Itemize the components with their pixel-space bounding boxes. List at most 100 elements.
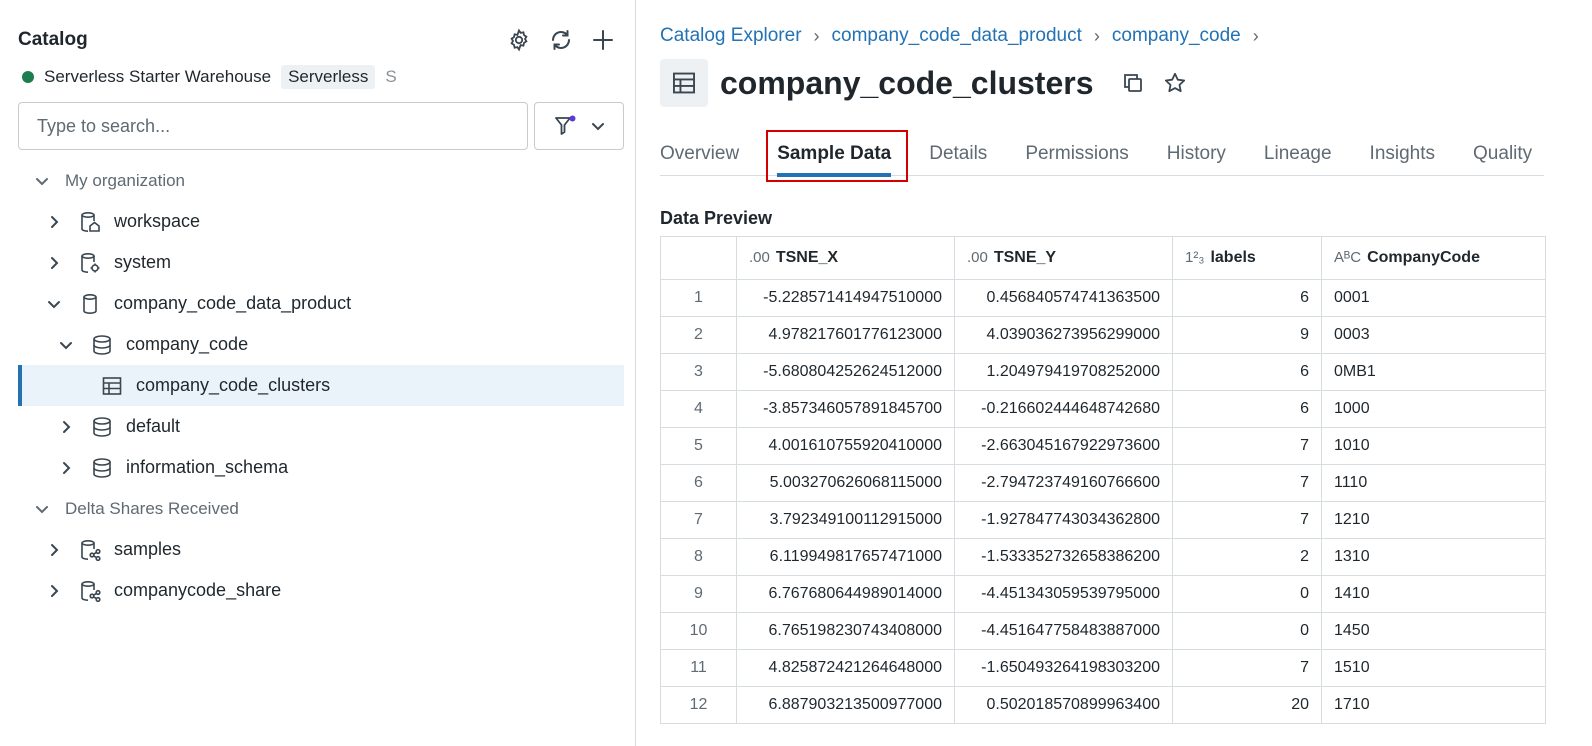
row-number: 1 — [660, 279, 737, 317]
cell-tsne-y: -2.794723749160766600 — [954, 464, 1173, 502]
catalog-home-icon — [78, 210, 102, 234]
table-row[interactable]: 6 5.003270626068115000 -2.7947237491607666… — [660, 464, 1546, 502]
cell-company-code: 1310 — [1321, 538, 1546, 576]
cell-tsne-y: -1.927847743034362800 — [954, 501, 1173, 539]
table-row[interactable]: 2 4.978217601776123000 4.03903627395629900… — [660, 316, 1546, 354]
cell-labels: 7 — [1172, 464, 1322, 502]
tree-item-company-code-data-product[interactable]: company_code_data_product — [18, 283, 624, 324]
column-header-tsne-y[interactable]: .00 TSNE_Y — [954, 236, 1173, 280]
copy-icon[interactable] — [1118, 68, 1148, 98]
tab-insights[interactable]: Insights — [1370, 134, 1435, 175]
catalog-icon — [78, 292, 102, 316]
tree-item-companycode-share[interactable]: companycode_share — [18, 570, 624, 611]
data-preview-label: Data Preview — [660, 208, 773, 228]
cell-company-code: 0001 — [1321, 279, 1546, 317]
breadcrumb-schema[interactable]: company_code — [1112, 25, 1241, 47]
column-header-labels[interactable]: 1²₃ labels — [1172, 236, 1322, 280]
cell-company-code: 1710 — [1321, 686, 1546, 724]
data-preview-table-wrap: .00 TSNE_X .00 TSNE_Y 1²₃ labels AᴮC Company… — [660, 236, 1546, 724]
cell-labels: 7 — [1172, 649, 1322, 687]
catalog-header: Catalog — [18, 26, 621, 54]
page-title: company_code_clusters — [720, 64, 1094, 101]
table-row[interactable]: 9 6.767680644989014000 -4.4513430595397950… — [660, 575, 1546, 613]
tree-item-system[interactable]: system — [18, 242, 624, 283]
cell-company-code: 1210 — [1321, 501, 1546, 539]
row-number: 4 — [660, 390, 737, 428]
cell-labels: 0 — [1172, 575, 1322, 613]
table-row[interactable]: 12 6.887903213500977000 0.5020185708999634… — [660, 686, 1546, 724]
breadcrumb: Catalog Explorer › company_code_data_pro… — [660, 22, 1259, 50]
table-row[interactable]: 11 4.825872421264648000 -1.650493264198303… — [660, 649, 1546, 687]
table-row[interactable]: 5 4.001610755920410000 -2.6630451679229736… — [660, 427, 1546, 465]
cell-labels: 20 — [1172, 686, 1322, 724]
table-row[interactable]: 1 -5.228571414947510000 0.4568405747413635… — [660, 279, 1546, 317]
chevron-right-icon — [44, 581, 64, 601]
cell-company-code: 1110 — [1321, 464, 1546, 502]
cell-tsne-x: -3.857346057891845700 — [736, 390, 955, 428]
schema-icon — [90, 456, 114, 480]
tab-lineage[interactable]: Lineage — [1264, 134, 1332, 175]
tab-sample-data[interactable]: Sample Data — [766, 130, 909, 182]
column-header-tsne-x[interactable]: .00 TSNE_X — [736, 236, 955, 280]
table-row[interactable]: 7 3.792349100112915000 -1.9278477430343628… — [660, 501, 1546, 539]
cell-labels: 7 — [1172, 427, 1322, 465]
string-type-icon: AᴮC — [1334, 249, 1362, 266]
table-icon — [660, 59, 708, 107]
breadcrumb-separator: › — [1252, 25, 1259, 46]
plus-icon[interactable] — [589, 26, 617, 54]
filter-icon — [555, 115, 576, 135]
breadcrumb-catalog[interactable]: company_code_data_product — [832, 25, 1082, 47]
filter-button[interactable] — [534, 102, 624, 150]
cell-tsne-y: 1.204979419708252000 — [954, 353, 1173, 391]
tree-item-label: companycode_share — [114, 580, 282, 600]
gear-icon[interactable] — [505, 26, 533, 54]
tree-item-schema-information-schema[interactable]: information_schema — [18, 447, 624, 488]
table-row[interactable]: 10 6.765198230743408000 -4.451647758483887… — [660, 612, 1546, 650]
table-row[interactable]: 4 -3.857346057891845700 -0.216602444648742… — [660, 390, 1546, 428]
tree-section-my-organization[interactable]: My organization — [18, 160, 624, 201]
column-header-company-code[interactable]: AᴮC CompanyCode — [1321, 236, 1546, 280]
chevron-down-icon — [592, 123, 604, 131]
cell-tsne-y: 4.039036273956299000 — [954, 316, 1173, 354]
tab-overview[interactable]: Overview — [660, 134, 739, 175]
star-icon[interactable] — [1160, 68, 1190, 98]
tab-quality[interactable]: Quality — [1473, 134, 1532, 175]
warehouse-selector[interactable]: Serverless Starter Warehouse Serverless … — [22, 64, 397, 90]
tree-item-schema-company-code[interactable]: company_code — [18, 324, 624, 365]
tree-item-table-company-code-clusters[interactable]: company_code_clusters — [18, 365, 624, 406]
row-number: 12 — [660, 686, 737, 724]
cell-company-code: 1510 — [1321, 649, 1546, 687]
breadcrumb-catalog-explorer[interactable]: Catalog Explorer — [660, 25, 802, 47]
table-row[interactable]: 3 -5.680804252624512000 1.2049794197082520… — [660, 353, 1546, 391]
cell-company-code: 1000 — [1321, 390, 1546, 428]
search-input[interactable] — [18, 102, 528, 150]
row-number: 9 — [660, 575, 737, 613]
table-row[interactable]: 8 6.119949817657471000 -1.5333527326583862… — [660, 538, 1546, 576]
schema-icon — [90, 333, 114, 357]
tree-item-schema-default[interactable]: default — [18, 406, 624, 447]
cell-tsne-y: -1.650493264198303200 — [954, 649, 1173, 687]
row-number-header — [660, 236, 737, 280]
tree-item-workspace[interactable]: workspace — [18, 201, 624, 242]
warehouse-size: S — [385, 67, 397, 86]
shared-catalog-icon — [78, 538, 102, 562]
cell-company-code: 1450 — [1321, 612, 1546, 650]
integer-type-icon: 1²₃ — [1185, 249, 1205, 266]
cell-tsne-x: 4.825872421264648000 — [736, 649, 955, 687]
warehouse-name: Serverless Starter Warehouse — [44, 67, 272, 86]
data-preview-table: .00 TSNE_X .00 TSNE_Y 1²₃ labels AᴮC Company… — [660, 236, 1546, 724]
tree-section-delta-shares[interactable]: Delta Shares Received — [18, 488, 624, 529]
tab-label: Sample Data — [777, 143, 892, 164]
row-number: 5 — [660, 427, 737, 465]
tab-history[interactable]: History — [1167, 134, 1226, 175]
chevron-down-icon — [56, 335, 76, 355]
chevron-right-icon — [44, 253, 64, 273]
tab-details[interactable]: Details — [929, 134, 987, 175]
chevron-right-icon — [44, 212, 64, 232]
cell-tsne-y: -2.663045167922973600 — [954, 427, 1173, 465]
catalog-system-icon — [78, 251, 102, 275]
cell-tsne-x: -5.680804252624512000 — [736, 353, 955, 391]
tab-permissions[interactable]: Permissions — [1025, 134, 1128, 175]
refresh-icon[interactable] — [547, 26, 575, 54]
tree-item-samples[interactable]: samples — [18, 529, 624, 570]
